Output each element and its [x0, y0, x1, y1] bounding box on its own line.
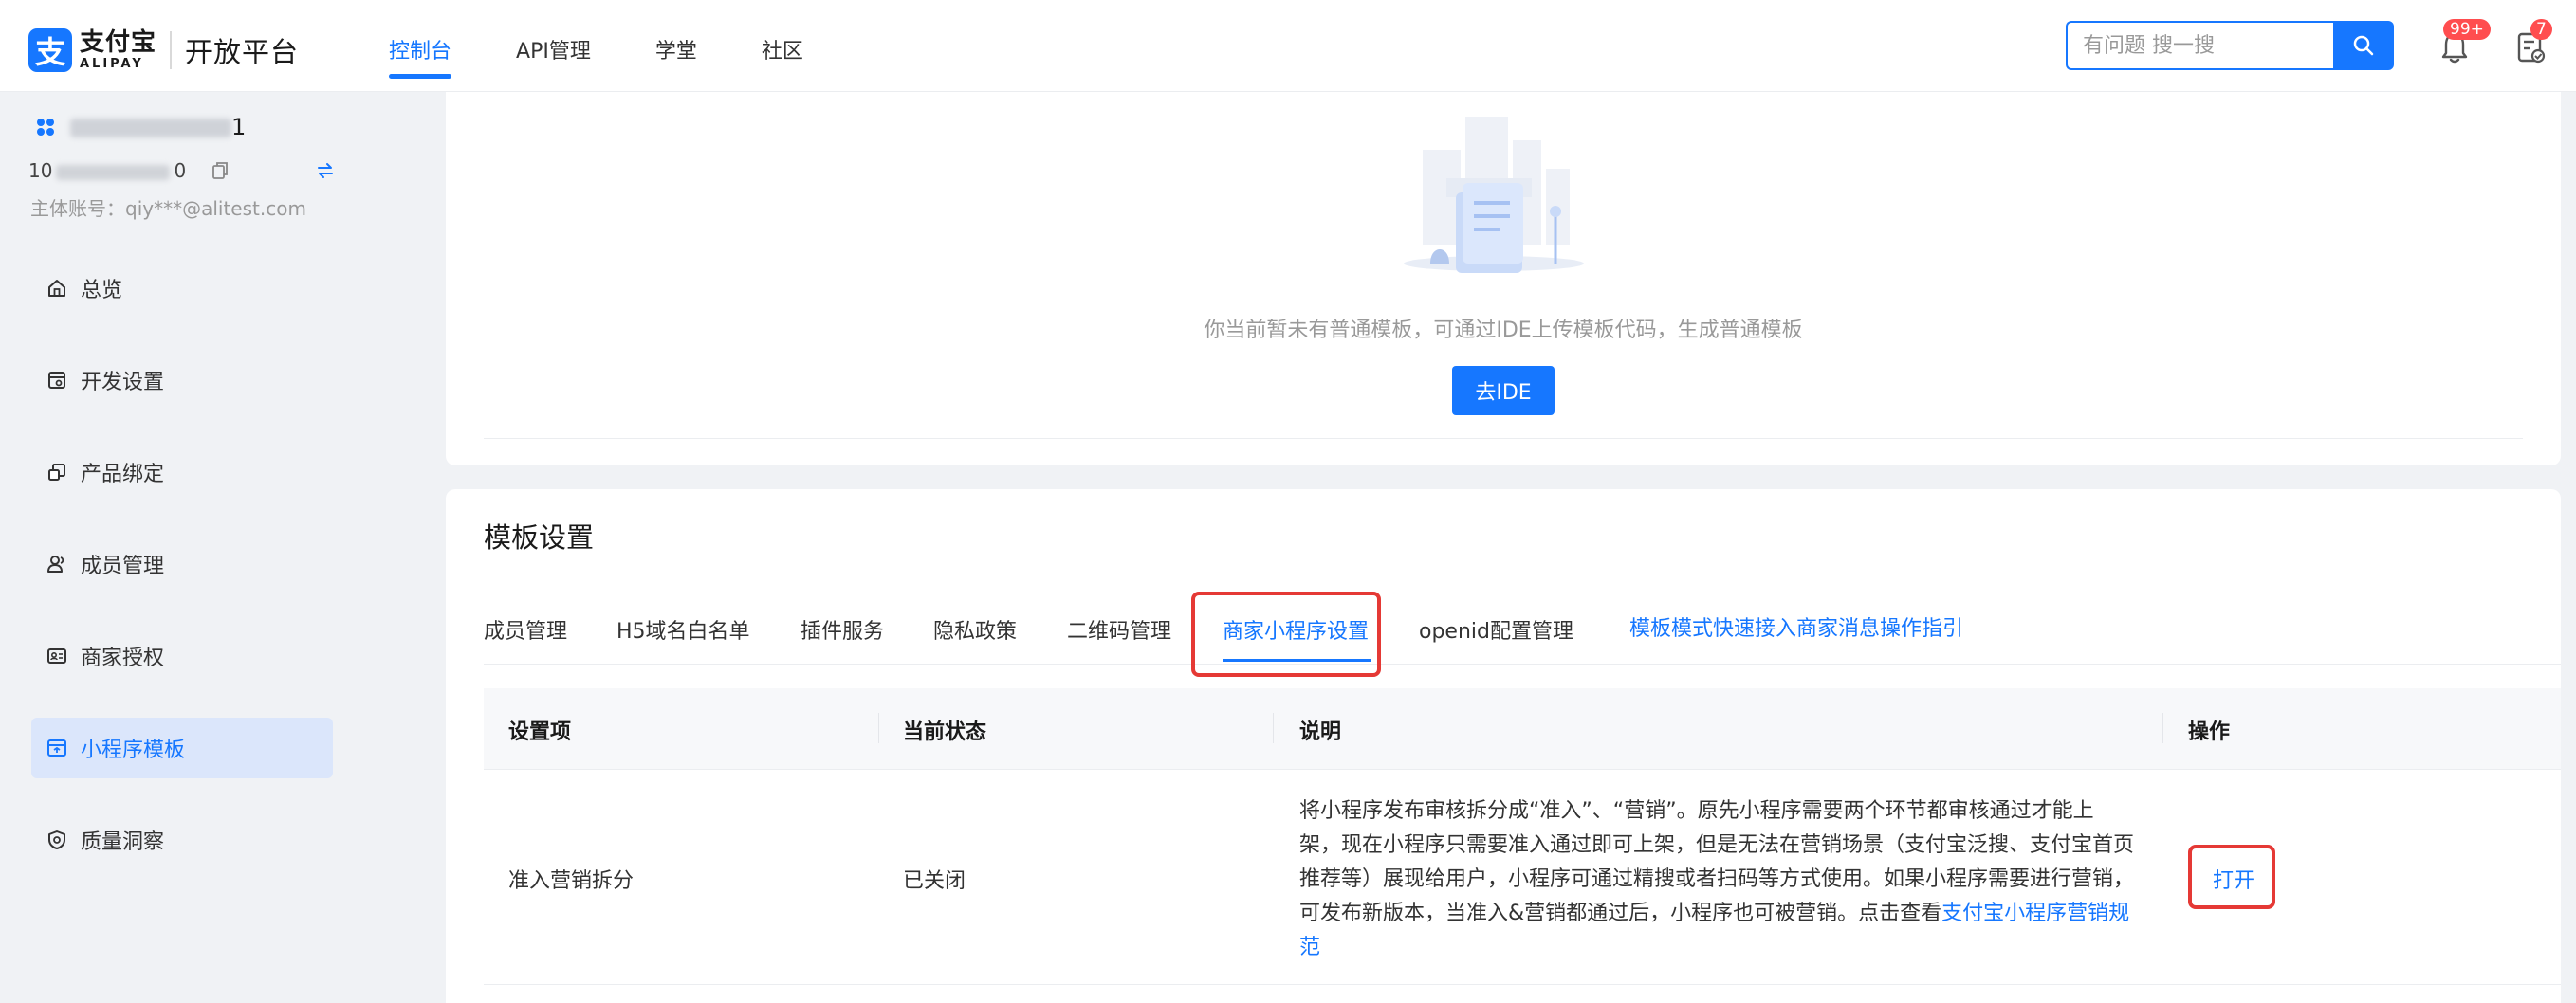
alipay-logo[interactable]: 支 支付宝 ALIPAY 开放平台: [28, 28, 299, 72]
todo-badge: 7: [2530, 19, 2552, 40]
sidebar-item-label: 小程序模板: [81, 739, 186, 762]
column-header-action: 操作: [2188, 720, 2231, 744]
divider: [484, 438, 2523, 439]
tab-qrcode-management[interactable]: 二维码管理: [1067, 614, 1171, 645]
members-icon: [47, 556, 64, 573]
nav-community[interactable]: 社区: [762, 0, 803, 92]
sidebar-item-members[interactable]: 成员管理: [31, 534, 333, 594]
merchant-auth-icon: [47, 648, 66, 664]
guide-link[interactable]: 模板模式快速接入商家消息操作指引: [1629, 611, 1963, 642]
sidebar-item-overview[interactable]: 总览: [31, 258, 333, 319]
account-name: 1: [70, 114, 246, 140]
search-input[interactable]: [2066, 21, 2333, 70]
action-highlight-annotation: [2188, 845, 2275, 909]
notification-badge: 99+: [2443, 19, 2491, 40]
tabs-divider: [484, 664, 2561, 665]
logo-divider: [170, 31, 173, 69]
switch-account-icon[interactable]: [316, 161, 335, 180]
column-separator: [2162, 713, 2163, 743]
miniapp-template-icon: [47, 739, 66, 757]
cell-status: 已关闭: [903, 869, 966, 893]
home-icon: [48, 280, 65, 297]
logo-text: 支付宝 ALIPAY: [80, 30, 156, 70]
cell-description: 将小程序发布审核拆分成“准入”、“营销”。原先小程序需要两个环节都审核通过才能上…: [1299, 794, 2134, 965]
column-header-item: 设置项: [508, 720, 572, 744]
sidebar-item-label: 开发设置: [81, 371, 165, 394]
platform-name: 开放平台: [185, 36, 300, 68]
sidebar-item-merchant-auth[interactable]: 商家授权: [31, 626, 333, 686]
redacted-name: [70, 119, 231, 137]
redacted-id: [56, 164, 171, 180]
empty-state-text: 你当前暂未有普通模板，可通过IDE上传模板代码，生成普通模板: [1204, 319, 1803, 342]
logo-en: ALIPAY: [80, 57, 144, 71]
tab-highlight-annotation: [1191, 592, 1381, 677]
sidebar-item-label: 商家授权: [81, 647, 165, 670]
sidebar-item-miniapp-template[interactable]: 小程序模板: [31, 718, 333, 778]
search-button[interactable]: [2333, 21, 2394, 70]
table-row-divider: [484, 984, 2561, 985]
account-id-suffix: 0: [174, 159, 187, 182]
tab-privacy-policy[interactable]: 隐私政策: [933, 614, 1017, 645]
column-header-status: 当前状态: [903, 720, 987, 744]
tab-h5-whitelist[interactable]: H5域名白名单: [616, 614, 750, 645]
product-bind-icon: [48, 464, 65, 481]
sidebar-item-quality[interactable]: 质量洞察: [31, 810, 333, 870]
tab-openid-config[interactable]: openid配置管理: [1419, 614, 1573, 645]
copy-icon[interactable]: [211, 161, 230, 180]
alipay-logo-icon: 支: [28, 28, 72, 72]
column-separator: [878, 713, 879, 743]
sidebar-item-label: 总览: [81, 279, 123, 302]
main-account: 主体账号：qiy***@alitest.com: [30, 197, 306, 220]
tab-plugin-service[interactable]: 插件服务: [800, 614, 884, 645]
app-grid-icon: [37, 119, 54, 136]
column-separator: [1273, 713, 1274, 743]
empty-document-illustration: [1404, 117, 1584, 273]
dev-settings-icon: [48, 372, 65, 389]
cell-setting-item: 准入营销拆分: [508, 869, 635, 893]
search-icon: [2353, 35, 2374, 56]
sidebar-item-label: 产品绑定: [81, 463, 165, 486]
table-header: [484, 688, 2561, 770]
sidebar-item-dev-settings[interactable]: 开发设置: [31, 350, 333, 410]
nav-console[interactable]: 控制台: [389, 0, 452, 92]
sidebar-item-label: 质量洞察: [81, 830, 165, 854]
quality-icon: [48, 830, 65, 849]
sidebar-item-product-binding[interactable]: 产品绑定: [31, 442, 333, 502]
tab-members[interactable]: 成员管理: [484, 614, 567, 645]
logo-cn: 支付宝: [80, 28, 157, 57]
nav-api-management[interactable]: API管理: [516, 0, 591, 92]
go-ide-button[interactable]: 去IDE: [1452, 366, 1555, 415]
nav-academy[interactable]: 学堂: [655, 0, 697, 92]
top-nav: 控制台 API管理 学堂 社区: [389, 0, 868, 92]
sidebar-item-label: 成员管理: [81, 555, 165, 578]
column-header-description: 说明: [1299, 720, 1342, 744]
account-id-prefix: 10: [28, 159, 53, 182]
search-box: [2066, 21, 2394, 70]
account-name-suffix: 1: [231, 114, 247, 140]
account-id: 10 0: [28, 159, 186, 182]
section-title: 模板设置: [484, 521, 595, 554]
